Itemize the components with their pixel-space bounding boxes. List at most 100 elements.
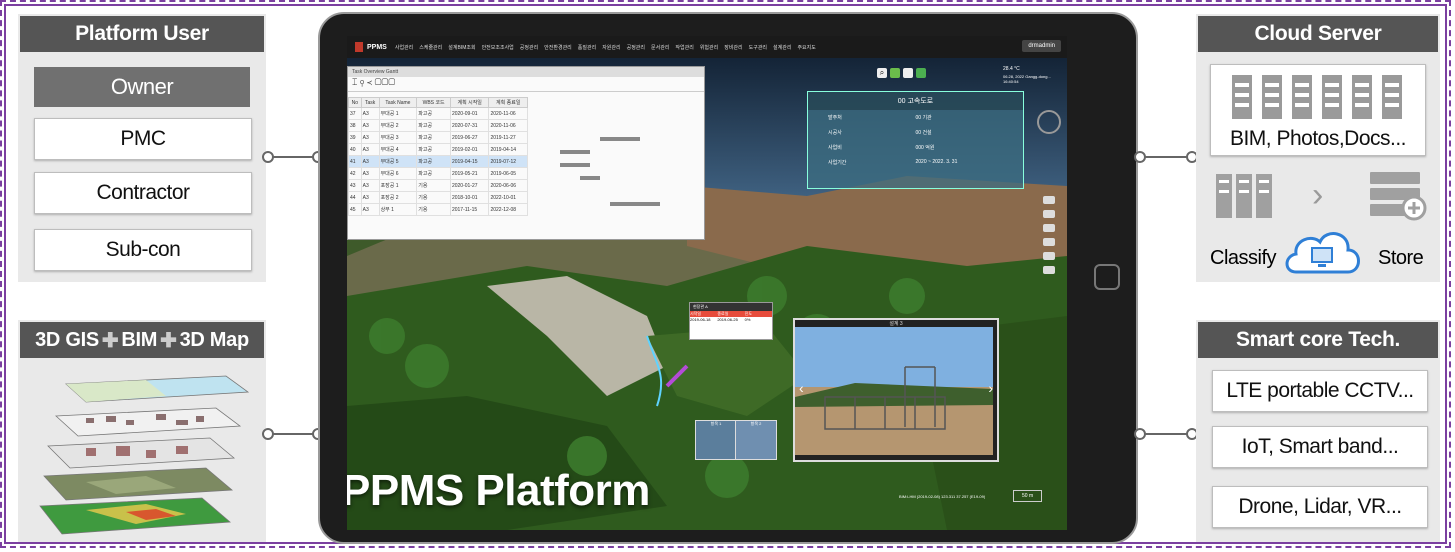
table-cell: 부대공 4 (378, 143, 418, 156)
gantt-bar[interactable] (600, 137, 640, 141)
tool-icon[interactable] (1043, 210, 1055, 218)
thumb-1[interactable]: 항목 1 (695, 420, 737, 460)
table-header[interactable]: 계획 시작일 (449, 97, 490, 108)
compass-icon[interactable] (1037, 110, 1061, 134)
table-header[interactable]: No (348, 97, 362, 108)
tool-icon[interactable] (1043, 196, 1055, 204)
menu-item[interactable]: 안전환경관리 (544, 44, 572, 51)
gis-label: 3D GIS (35, 328, 99, 351)
sub-con-box: Sub-con (34, 229, 252, 271)
store-label: Store (1378, 247, 1424, 269)
cctv-box: LTE portable CCTV... (1212, 370, 1428, 412)
info-key: 발주처 (828, 115, 842, 121)
info-row: 시공사 00 건설 (808, 125, 1023, 140)
search-icon[interactable]: ⌕ (877, 68, 887, 78)
popup-row: 2019-06-18 2019-06-25 0% (690, 317, 772, 322)
chevron-right-icon[interactable]: › (988, 380, 993, 396)
gantt-bar[interactable] (610, 202, 660, 206)
owner-box: Owner (34, 67, 250, 107)
table-header[interactable]: Task (360, 97, 380, 108)
map-icon[interactable] (916, 68, 926, 78)
server-slot (1385, 83, 1399, 87)
menu-item[interactable]: 위험관리 (700, 44, 718, 51)
gantt-bar[interactable] (560, 163, 590, 167)
tool-icon[interactable] (1043, 224, 1055, 232)
menu-item[interactable]: 작업관리 (675, 44, 693, 51)
server-slot (1325, 83, 1339, 87)
gantt-bar[interactable] (580, 176, 600, 180)
schedule-popup: 현장관 A 시작일 종료일 진도 2019-06-18 2019-06-25 0… (689, 302, 773, 340)
table-row[interactable]: 44 A3 포장공 2 기용 2018-10-01 2022-10-01 (348, 191, 528, 204)
menu-item[interactable]: 도구관리 (749, 44, 767, 51)
chevron-left-icon[interactable]: ‹ (799, 380, 804, 396)
table-row[interactable]: 40 A3 부대공 4 파고공 2019-02-01 2019-04-14 (348, 143, 528, 156)
app-name[interactable]: PPMS (367, 44, 387, 51)
connector-left-top (270, 156, 318, 158)
info-key: 사업비 (828, 145, 842, 151)
table-cell: 파고공 (416, 143, 451, 156)
table-cell: 43 (348, 179, 362, 192)
cloud-server-header: Cloud Server (1198, 16, 1438, 52)
menu-item[interactable]: 주요지도 (797, 44, 815, 51)
table-row[interactable]: 39 A3 부대공 3 파고공 2019-06-27 2019-11-27 (348, 131, 528, 144)
table-row[interactable]: 38 A3 부대공 2 파고공 2020-07-31 2020-11-06 (348, 119, 528, 132)
table-cell: A3 (360, 119, 380, 132)
tool-icon[interactable] (1043, 252, 1055, 260)
menu-item[interactable]: 문서관리 (651, 44, 669, 51)
app-menu-bar: PPMS 사업관리 스케줄관리 설계BIM조회 안전모조조사업 공정관리 안전환경관리 품질… (347, 36, 1067, 58)
table-row[interactable]: 43 A3 포장공 1 기용 2020-01-27 2020-06-06 (348, 179, 528, 192)
connector-dot (262, 428, 274, 440)
menu-item[interactable]: 공정관리 (520, 44, 538, 51)
photo-viewer: 설계 3 ‹ › (793, 318, 999, 462)
menu-item[interactable]: 사업관리 (395, 44, 413, 51)
table-cell: 2019-05-21 (449, 167, 490, 180)
table-cell: 2019-07-12 (488, 155, 528, 168)
table-header[interactable]: WBS 코드 (416, 97, 451, 108)
home-button[interactable] (1094, 264, 1120, 290)
weather-readout: 28.4 °C (1003, 66, 1020, 72)
menu-item[interactable]: 설계관리 (773, 44, 791, 51)
thumb-title: 항목 2 (750, 421, 762, 426)
table-cell: 2020-07-31 (449, 119, 490, 132)
tool-icon[interactable] (1043, 238, 1055, 246)
menu-item[interactable]: 공정관리 (627, 44, 645, 51)
site-photo (795, 327, 993, 455)
settings-icon[interactable] (903, 68, 913, 78)
app-logo-icon (355, 42, 363, 52)
layer-icon[interactable] (890, 68, 900, 78)
server-slot (1355, 103, 1369, 107)
table-cell: 45 (348, 203, 362, 216)
table-row[interactable]: 41 A3 부대공 5 파고공 2019-04-15 2019-07-12 (348, 155, 528, 168)
menu-item[interactable]: 스케줄관리 (419, 44, 442, 51)
table-row[interactable]: 37 A3 부대공 1 파고공 2020-09-01 2020-11-06 (348, 107, 528, 120)
table-cell: 44 (348, 191, 362, 204)
table-cell: 2020-09-01 (449, 107, 490, 120)
gantt-bar[interactable] (560, 150, 590, 154)
thumb-2[interactable]: 항목 2 (735, 420, 777, 460)
gis-bim-header: 3D GIS ✚ BIM ✚ 3D Map (20, 322, 264, 358)
menu-item[interactable]: 장비관리 (724, 44, 742, 51)
table-header[interactable]: Task Name (378, 97, 418, 108)
contractor-box: Contractor (34, 172, 252, 214)
table-cell: 상부 1 (378, 203, 418, 216)
connector-dot (262, 151, 274, 163)
tool-icon[interactable] (1043, 266, 1055, 274)
info-value: 00 건설 (915, 130, 932, 136)
info-row: 사업비 000 억원 (808, 140, 1023, 155)
user-button[interactable]: drmadmin (1022, 40, 1061, 52)
menu-item[interactable]: 안전모조조사업 (482, 44, 514, 51)
table-cell: 2019-06-05 (488, 167, 528, 180)
table-header[interactable]: 계획 종료일 (488, 97, 528, 108)
table-row[interactable]: 42 A3 부대공 6 파고공 2019-05-21 2019-06-05 (348, 167, 528, 180)
table-row[interactable]: 45 A3 상부 1 기용 2017-11-15 2022-12-08 (348, 203, 528, 216)
server-slot (1295, 103, 1309, 107)
menu-item[interactable]: 설계BIM조회 (448, 44, 475, 51)
cloud-computer-icon (1285, 232, 1360, 274)
table-cell: 2020-06-06 (488, 179, 528, 192)
menu-item[interactable]: 자원관리 (602, 44, 620, 51)
table-cell: 38 (348, 119, 362, 132)
connector-right-bottom (1140, 433, 1190, 435)
menu-item[interactable]: 품질관리 (578, 44, 596, 51)
table-cell: 파고공 (416, 155, 451, 168)
table-cell: 2017-11-15 (449, 203, 490, 216)
